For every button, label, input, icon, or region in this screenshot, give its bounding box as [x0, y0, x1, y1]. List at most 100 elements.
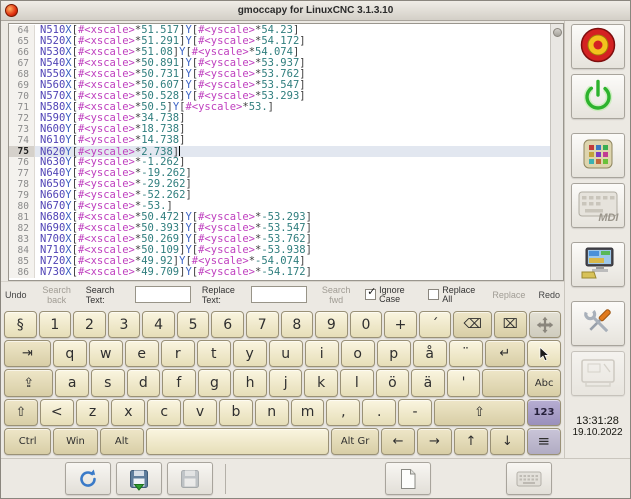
- key-q[interactable]: q: [53, 340, 87, 367]
- key-0[interactable]: 0: [350, 311, 383, 338]
- search-forward-button[interactable]: Search fwd: [318, 285, 354, 305]
- key-t[interactable]: t: [197, 340, 231, 367]
- search-text-input[interactable]: [135, 286, 191, 303]
- a-ring-key[interactable]: å: [413, 340, 447, 367]
- key-r[interactable]: r: [161, 340, 195, 367]
- replace-button[interactable]: Replace: [491, 290, 526, 300]
- key-p[interactable]: p: [377, 340, 411, 367]
- key-f[interactable]: f: [162, 369, 196, 396]
- acute-accent-key[interactable]: ´: [419, 311, 452, 338]
- keyboard-move-key[interactable]: [529, 311, 562, 338]
- arrow-down-key[interactable]: ↓: [490, 428, 524, 455]
- section-sign-key[interactable]: §: [4, 311, 37, 338]
- key-4[interactable]: 4: [142, 311, 175, 338]
- numeric-layer-key[interactable]: 123: [527, 399, 561, 426]
- new-file-button[interactable]: [385, 462, 431, 495]
- pointer-key[interactable]: [527, 340, 561, 367]
- key-6[interactable]: 6: [211, 311, 244, 338]
- key-9[interactable]: 9: [315, 311, 348, 338]
- key-h[interactable]: h: [233, 369, 267, 396]
- key-n[interactable]: n: [255, 399, 289, 426]
- undo-button[interactable]: Undo: [4, 290, 28, 300]
- editor-line[interactable]: 74N610Y[#<yscale>*14.738]: [9, 135, 550, 146]
- key-1[interactable]: 1: [39, 311, 72, 338]
- arrow-right-key[interactable]: →: [417, 428, 451, 455]
- arrow-left-key[interactable]: ←: [381, 428, 415, 455]
- key-g[interactable]: g: [198, 369, 232, 396]
- key-z[interactable]: z: [76, 399, 110, 426]
- plus-key[interactable]: +: [384, 311, 417, 338]
- key-e[interactable]: e: [125, 340, 159, 367]
- caps-lock-key[interactable]: ⇪: [4, 369, 53, 396]
- reload-file-button[interactable]: [65, 462, 111, 495]
- editor-scrollbar[interactable]: [550, 24, 563, 280]
- a-umlaut-key[interactable]: ä: [411, 369, 445, 396]
- search-back-button[interactable]: Search back: [39, 285, 75, 305]
- scrollbar-thumb[interactable]: [553, 28, 562, 37]
- key-d[interactable]: d: [127, 369, 161, 396]
- key-3[interactable]: 3: [108, 311, 141, 338]
- left-shift-key[interactable]: ⇧: [4, 399, 38, 426]
- key-m[interactable]: m: [291, 399, 325, 426]
- minus-key[interactable]: -: [398, 399, 432, 426]
- less-than-key[interactable]: <: [40, 399, 74, 426]
- win-key[interactable]: Win: [53, 428, 97, 455]
- abc-layer-key[interactable]: Abc: [527, 369, 561, 396]
- redo-button[interactable]: Redo: [537, 290, 561, 300]
- key-8[interactable]: 8: [281, 311, 314, 338]
- tooledit-button[interactable]: [571, 242, 625, 287]
- key-c[interactable]: c: [147, 399, 181, 426]
- tool-measure-button[interactable]: [571, 351, 625, 396]
- replace-all-checkbox[interactable]: Replace All: [428, 286, 480, 304]
- backspace-key[interactable]: ⌫: [453, 311, 492, 338]
- apostrophe-key[interactable]: ': [447, 369, 481, 396]
- titlebar[interactable]: gmoccapy for LinuxCNC 3.1.3.10: [1, 1, 630, 21]
- replace-text-input[interactable]: [251, 286, 307, 303]
- menu-layer-key[interactable]: ≡: [527, 428, 561, 455]
- key-l[interactable]: l: [340, 369, 374, 396]
- keyboard-toggle-button[interactable]: [506, 462, 552, 495]
- key-a[interactable]: a: [55, 369, 89, 396]
- save-file-button[interactable]: [116, 462, 162, 495]
- machine-on-button[interactable]: [571, 74, 625, 119]
- tab-key[interactable]: ⇥: [4, 340, 51, 367]
- gcode-editor[interactable]: 64N510X[#<xscale>*51.517]Y[#<yscale>*54.…: [8, 23, 564, 281]
- mdi-button[interactable]: MDI: [571, 183, 625, 228]
- arrow-up-key[interactable]: ↑: [454, 428, 488, 455]
- comma-key[interactable]: ,: [326, 399, 360, 426]
- o-umlaut-key[interactable]: ö: [376, 369, 410, 396]
- key-o[interactable]: o: [341, 340, 375, 367]
- save-as-button[interactable]: [167, 462, 213, 495]
- key-5[interactable]: 5: [177, 311, 210, 338]
- key-u[interactable]: u: [269, 340, 303, 367]
- ignore-case-checkbox[interactable]: Ignore Case: [365, 286, 417, 304]
- estop-button[interactable]: [571, 24, 625, 69]
- enter-key-lower[interactable]: [482, 369, 525, 396]
- key-v[interactable]: v: [183, 399, 217, 426]
- period-key[interactable]: .: [362, 399, 396, 426]
- key-y[interactable]: y: [233, 340, 267, 367]
- user-tabs-button[interactable]: [571, 133, 625, 178]
- enter-key[interactable]: ↵: [485, 340, 525, 367]
- altgr-key[interactable]: Alt Gr: [331, 428, 378, 455]
- virtual-keyboard: §1234567890+´⌫⌧⇥qwertyuiopå¨↵⇪asdfghjklö…: [1, 307, 564, 458]
- checkbox-icon[interactable]: [365, 289, 376, 300]
- checkbox-icon[interactable]: [428, 289, 439, 300]
- key-x[interactable]: x: [111, 399, 145, 426]
- key-s[interactable]: s: [91, 369, 125, 396]
- key-j[interactable]: j: [269, 369, 303, 396]
- space-key[interactable]: [146, 428, 330, 455]
- editor-line[interactable]: 86N730X[#<xscale>*49.709]Y[#<yscale>*-54…: [9, 267, 550, 278]
- diaeresis-key[interactable]: ¨: [449, 340, 483, 367]
- key-k[interactable]: k: [304, 369, 338, 396]
- key-2[interactable]: 2: [73, 311, 106, 338]
- key-w[interactable]: w: [89, 340, 123, 367]
- settings-button[interactable]: [571, 301, 625, 346]
- ctrl-key[interactable]: Ctrl: [4, 428, 51, 455]
- alt-key[interactable]: Alt: [100, 428, 144, 455]
- right-shift-key[interactable]: ⇧: [434, 399, 525, 426]
- key-7[interactable]: 7: [246, 311, 279, 338]
- delete-key[interactable]: ⌧: [494, 311, 527, 338]
- key-i[interactable]: i: [305, 340, 339, 367]
- key-b[interactable]: b: [219, 399, 253, 426]
